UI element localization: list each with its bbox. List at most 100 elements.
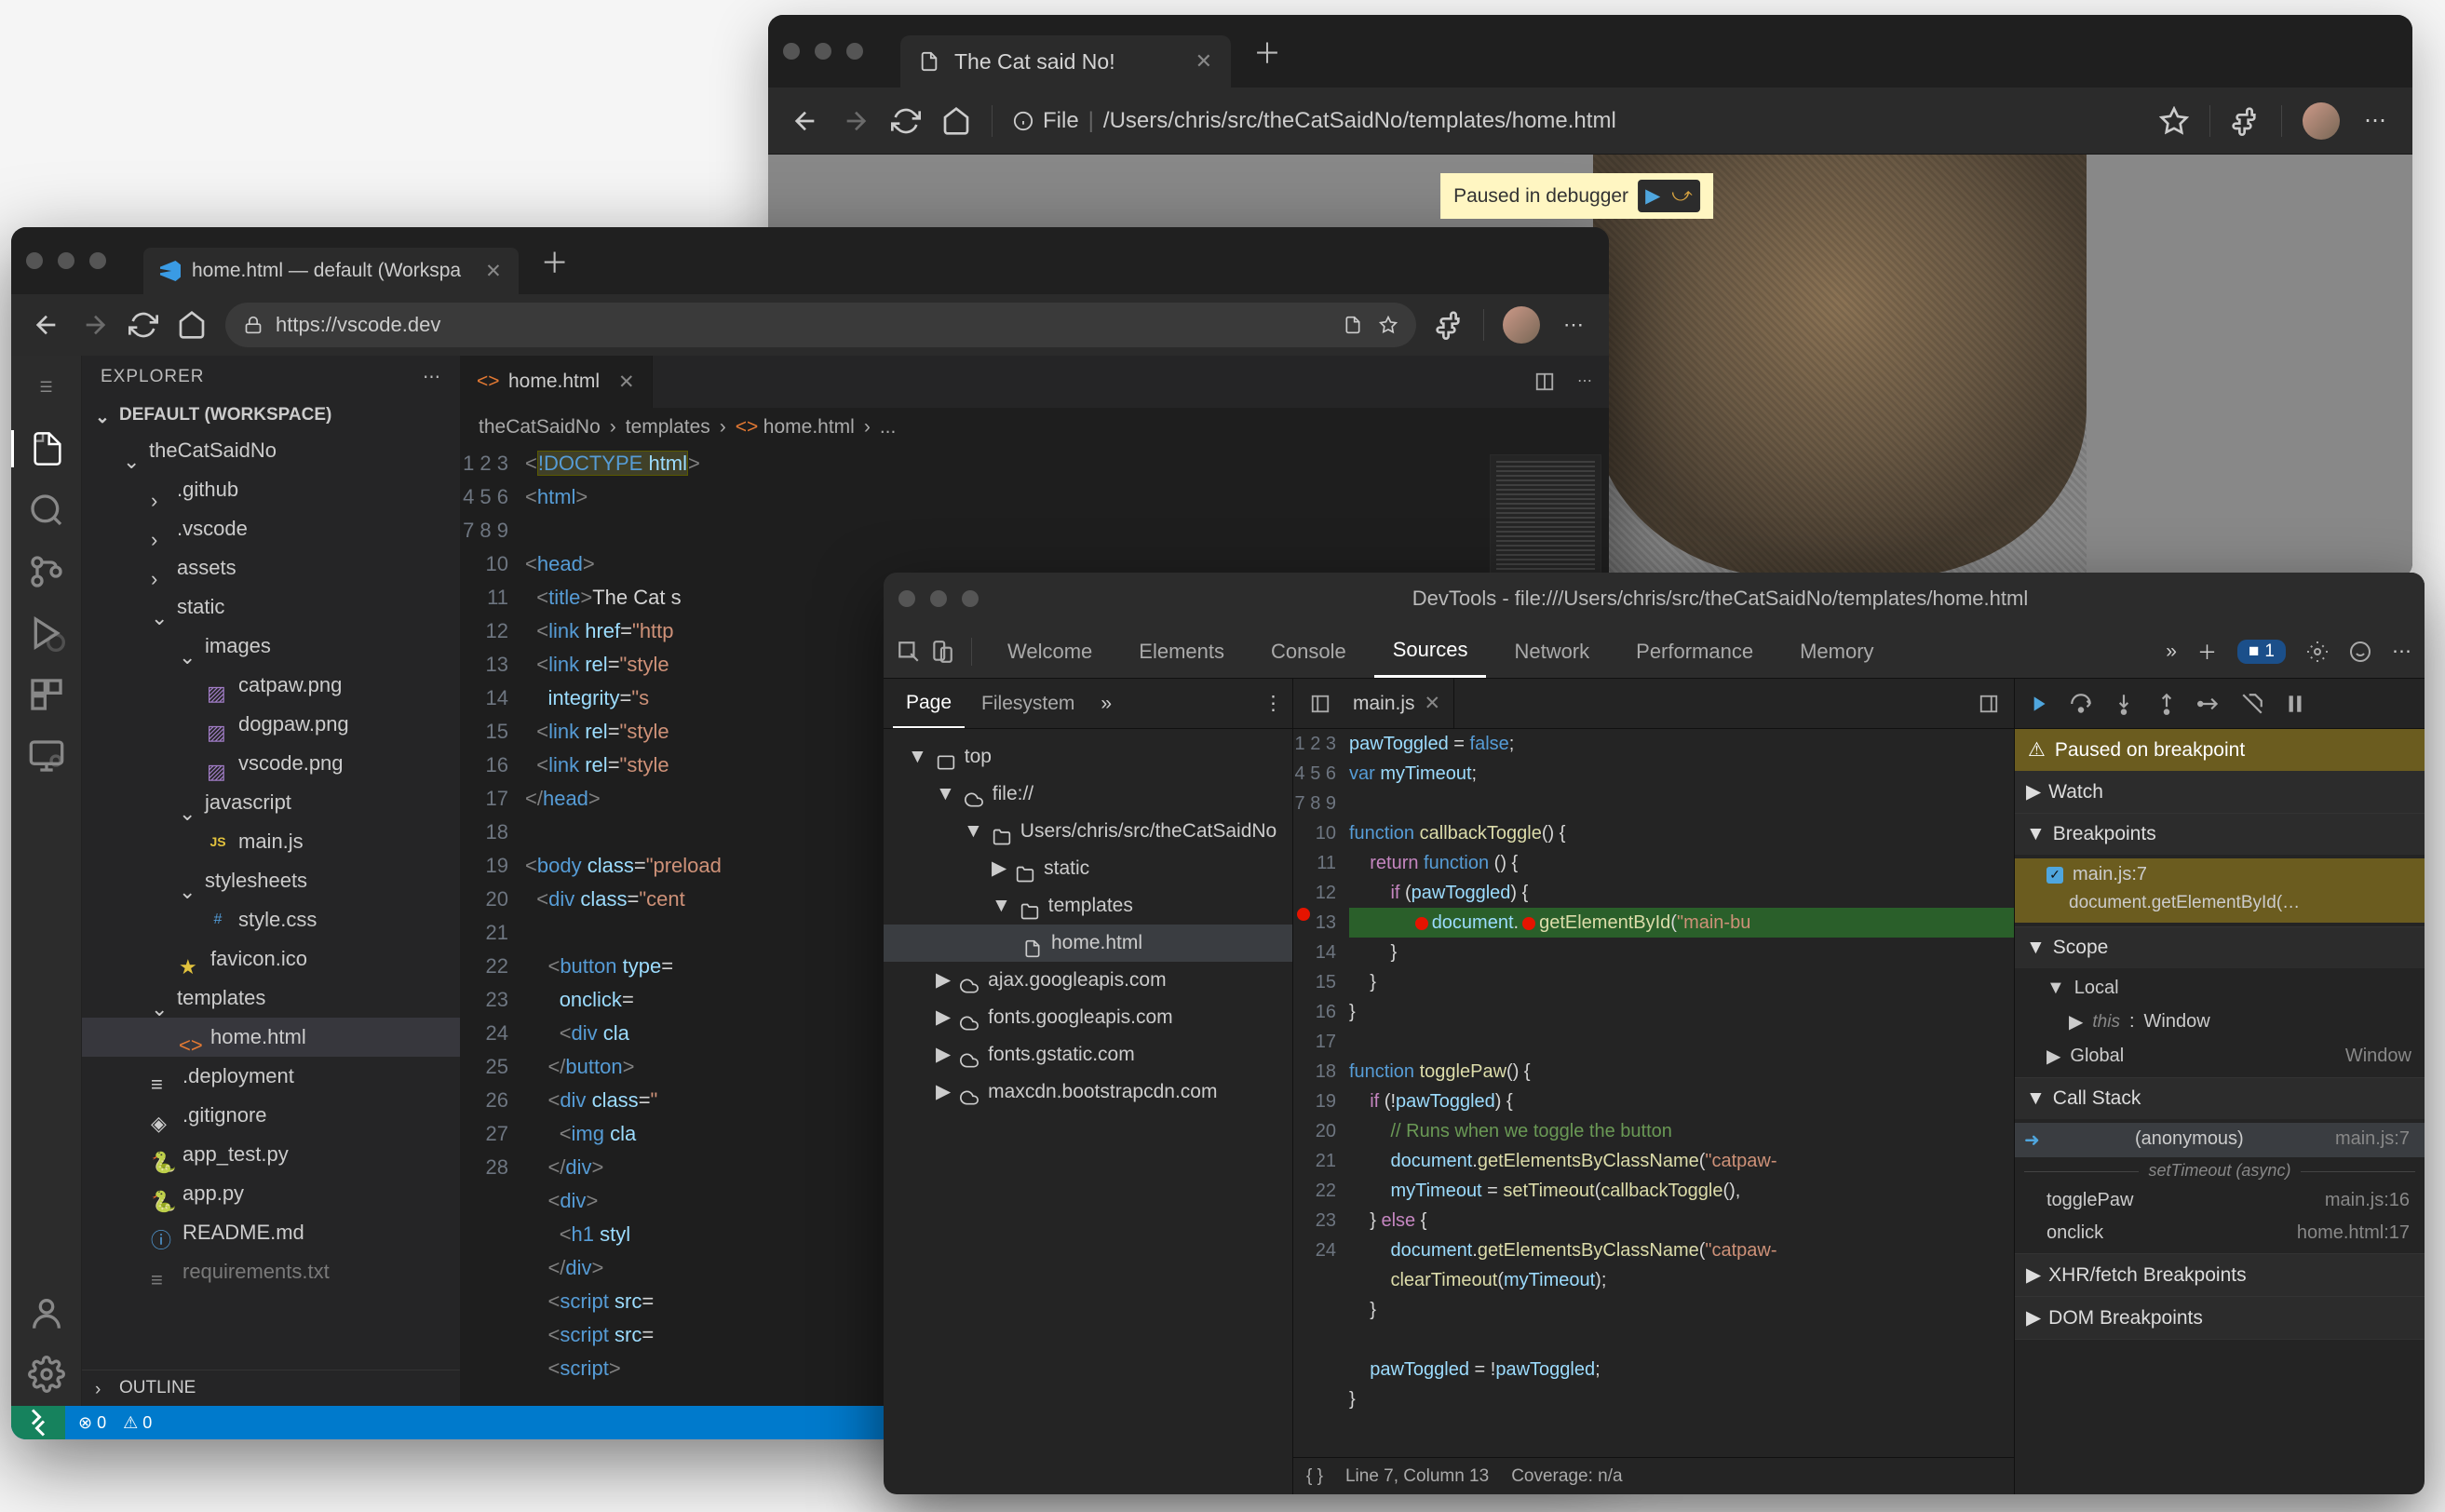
tab-elements[interactable]: Elements — [1120, 625, 1243, 678]
pause-on-exceptions-icon[interactable] — [2283, 692, 2307, 716]
breadcrumb-item[interactable]: theCatSaidNo — [479, 416, 601, 439]
split-editor-icon[interactable] — [1534, 371, 1555, 392]
tab-memory[interactable]: Memory — [1781, 625, 1892, 678]
tree-origin[interactable]: ▼file:// — [884, 776, 1292, 813]
url-bar[interactable]: https://vscode.dev — [225, 303, 1416, 347]
url-bar[interactable]: File | /Users/chris/src/theCatSaidNo/tem… — [1013, 108, 2139, 134]
scope-this[interactable]: ▶this: Window — [2015, 1005, 2425, 1039]
tree-origin[interactable]: ▶maxcdn.bootstrapcdn.com — [884, 1073, 1292, 1111]
new-tab-button[interactable]: ＋ — [541, 240, 569, 281]
tree-file[interactable]: ≡.deployment — [82, 1057, 460, 1096]
tree-top[interactable]: ▼top — [884, 738, 1292, 776]
tree-origin[interactable]: ▶fonts.gstatic.com — [884, 1036, 1292, 1073]
close-tab-icon[interactable]: ✕ — [485, 260, 502, 283]
close-tab-icon[interactable]: ✕ — [1425, 692, 1441, 715]
home-button[interactable] — [177, 310, 207, 340]
tree-folder[interactable]: ›.github — [82, 470, 460, 509]
editor-tab-active[interactable]: <> home.html ✕ — [460, 356, 653, 408]
source-code[interactable]: 1 2 3 4 5 6 7 8 9 10 11 12 13 14 15 16 1… — [1293, 729, 2014, 1457]
breakpoint-marker[interactable] — [1297, 908, 1310, 921]
tab-console[interactable]: Console — [1252, 625, 1365, 678]
source-control-icon[interactable] — [28, 553, 65, 590]
tree-folder[interactable]: ⌄images — [82, 627, 460, 666]
remote-explorer-icon[interactable] — [28, 737, 65, 775]
run-debug-icon[interactable] — [28, 614, 65, 652]
forward-button[interactable] — [841, 106, 871, 136]
search-icon[interactable] — [28, 492, 65, 529]
callstack-frame[interactable]: onclickhome.html:17 — [2015, 1217, 2425, 1249]
menu-icon[interactable]: ⋯ — [2360, 106, 2390, 136]
profile-avatar[interactable] — [1503, 306, 1540, 344]
xhr-breakpoints-header[interactable]: ▶XHR/fetch Breakpoints — [2015, 1254, 2425, 1296]
browser-tab[interactable]: home.html — default (Workspa ✕ — [143, 248, 519, 294]
tab-network[interactable]: Network — [1495, 625, 1608, 678]
pretty-print-icon[interactable]: { } — [1306, 1466, 1323, 1487]
refresh-button[interactable] — [128, 310, 158, 340]
window-controls[interactable] — [26, 252, 106, 269]
step-out-icon[interactable] — [2155, 692, 2179, 716]
tab-welcome[interactable]: Welcome — [989, 625, 1111, 678]
home-button[interactable] — [941, 106, 971, 136]
close-dot[interactable] — [783, 43, 800, 60]
step-icon[interactable] — [2197, 692, 2222, 716]
tree-folder[interactable]: ⌄static — [82, 587, 460, 627]
breakpoints-header[interactable]: ▼Breakpoints — [2015, 814, 2425, 855]
source-lines[interactable]: pawToggled = false; var myTimeout; funct… — [1349, 729, 2014, 1457]
sidebar-toggle-right-icon[interactable] — [1979, 694, 1999, 714]
warnings-status[interactable]: ⚠ 0 — [123, 1413, 152, 1433]
tree-folder[interactable]: ›assets — [82, 548, 460, 587]
close-tab-icon[interactable]: ✕ — [618, 371, 635, 394]
breadcrumb-item[interactable]: home.html — [763, 416, 855, 439]
breadcrumb-item[interactable]: templates — [626, 416, 710, 439]
callstack-frame[interactable]: togglePawmain.js:16 — [2015, 1184, 2425, 1217]
explorer-icon[interactable] — [11, 430, 81, 467]
tree-file[interactable]: ▨dogpaw.png — [82, 705, 460, 744]
settings-gear-icon[interactable] — [28, 1356, 65, 1393]
refresh-button[interactable] — [891, 106, 921, 136]
accounts-icon[interactable] — [28, 1294, 65, 1331]
tree-file[interactable]: ▨vscode.png — [82, 744, 460, 783]
deactivate-breakpoints-icon[interactable] — [2240, 692, 2264, 716]
tree-file[interactable]: 🐍app_test.py — [82, 1135, 460, 1174]
nav-tab-page[interactable]: Page — [893, 679, 965, 728]
issues-badge[interactable]: ■ 1 — [2237, 640, 2286, 664]
watch-header[interactable]: ▶Watch — [2015, 771, 2425, 813]
outline-section[interactable]: › OUTLINE — [82, 1370, 460, 1406]
tree-folder[interactable]: ⌄javascript — [82, 783, 460, 822]
forward-button[interactable] — [80, 310, 110, 340]
callstack-frame[interactable]: (anonymous)main.js:7 — [2015, 1123, 2425, 1157]
workspace-header[interactable]: ⌄ DEFAULT (WORKSPACE) — [82, 399, 460, 431]
callstack-header[interactable]: ▼Call Stack — [2015, 1078, 2425, 1119]
tree-file[interactable]: ◈.gitignore — [82, 1096, 460, 1135]
tree-folder[interactable]: ⌄templates — [82, 979, 460, 1018]
reader-icon[interactable] — [1344, 316, 1362, 334]
tree-file-selected[interactable]: <>home.html — [82, 1018, 460, 1057]
tab-sources[interactable]: Sources — [1374, 625, 1487, 678]
breadcrumb[interactable]: theCatSaidNo› templates› <> home.html› .… — [460, 408, 1609, 447]
favorites-icon[interactable] — [2159, 106, 2189, 136]
step-into-icon[interactable] — [2112, 692, 2136, 716]
nav-tab-filesystem[interactable]: Filesystem — [968, 679, 1087, 728]
settings-gear-icon[interactable] — [2306, 641, 2329, 663]
more-tabs-icon[interactable]: » — [1101, 693, 1112, 715]
more-icon[interactable]: ⋯ — [2392, 640, 2411, 663]
feedback-icon[interactable] — [2349, 641, 2371, 663]
favorite-icon[interactable] — [1379, 316, 1398, 334]
minimize-dot[interactable] — [815, 43, 831, 60]
new-tab-button[interactable]: ＋ — [1253, 31, 1281, 72]
back-button[interactable] — [790, 106, 820, 136]
resume-icon[interactable]: ▶ — [1645, 184, 1660, 208]
tree-file[interactable]: ▨catpaw.png — [82, 666, 460, 705]
tree-folder[interactable]: ▼Users/chris/src/theCatSaidNo — [884, 813, 1292, 850]
step-over-icon[interactable] — [2069, 692, 2093, 716]
tree-origin[interactable]: ▶fonts.googleapis.com — [884, 999, 1292, 1036]
scope-header[interactable]: ▼Scope — [2015, 927, 2425, 968]
tree-file[interactable]: JSmain.js — [82, 822, 460, 861]
back-button[interactable] — [32, 310, 61, 340]
breadcrumb-item[interactable]: ... — [880, 416, 897, 439]
window-controls[interactable] — [783, 43, 863, 60]
tree-origin[interactable]: ▶ajax.googleapis.com — [884, 962, 1292, 999]
window-controls[interactable] — [898, 590, 979, 607]
remote-indicator[interactable] — [11, 1406, 65, 1439]
tree-folder[interactable]: ⌄stylesheets — [82, 861, 460, 900]
